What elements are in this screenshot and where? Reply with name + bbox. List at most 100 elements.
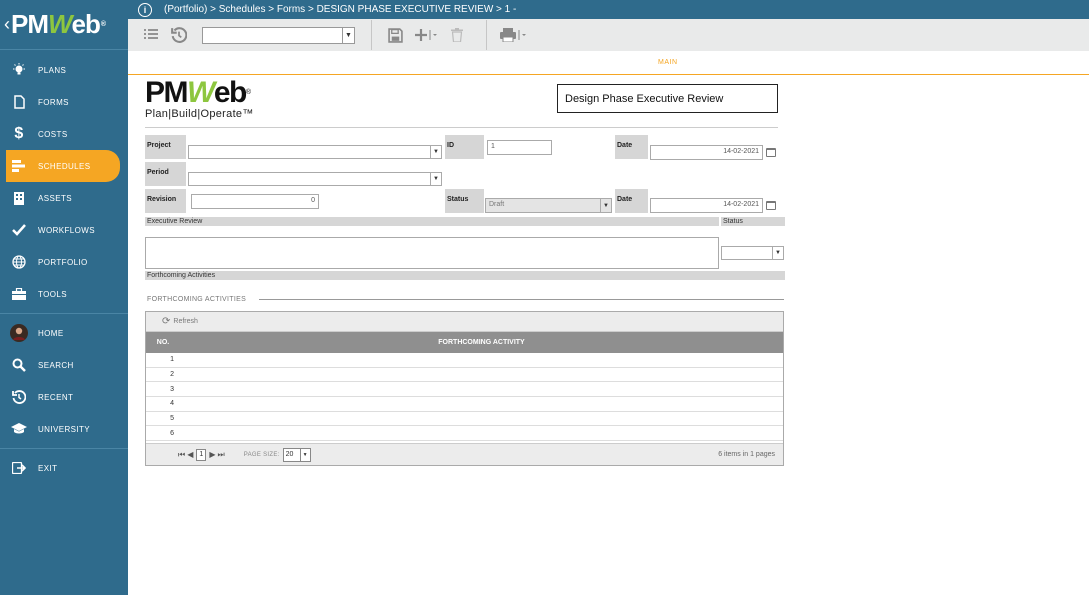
table-row[interactable]: 1 [146,353,783,368]
row-number: 6 [170,429,174,437]
page-size-label: PAGE SIZE: [243,451,280,458]
pmweb-logo: PMWeb® Plan|Build|Operate™ [145,78,335,122]
page-size-value: 20 [285,451,294,458]
prev-page-icon[interactable]: ◀ [187,450,193,459]
chevron-down-icon: ▼ [430,173,441,185]
building-icon [10,189,28,207]
lightbulb-icon [10,61,28,79]
row-number: 1 [170,356,174,364]
calendar-icon[interactable] [766,148,776,157]
sidebar-item-label: UNIVERSITY [38,424,91,434]
sidebar-item-forms[interactable]: FORMS [0,86,128,118]
logo-text-part: eb [213,76,248,109]
sidebar-item-university[interactable]: UNIVERSITY [0,413,128,445]
executive-status-header: Status [721,217,785,226]
chevron-down-icon: ▼ [299,448,310,461]
logo-text-w: W [187,76,215,109]
row-number: 4 [170,400,174,408]
sidebar-item-recent[interactable]: RECENT [0,381,128,413]
add-icon[interactable] [412,24,440,46]
record-selector[interactable]: ▼ [202,26,355,44]
sidebar-item-label: HOME [38,328,64,338]
schedule-icon [10,157,28,175]
date2-input[interactable]: 14-02-2021 [650,198,763,213]
sidebar-item-workflows[interactable]: WORKFLOWS [0,214,128,246]
history-icon [10,388,28,406]
document-icon [10,93,28,111]
sidebar-divider [0,448,128,449]
current-page[interactable]: 1 [196,448,207,461]
project-select[interactable]: ▼ [188,145,442,159]
next-page-icon[interactable]: ▶ [209,450,215,459]
sidebar-item-plans[interactable]: PLANS [0,54,128,86]
column-header-activity[interactable]: FORTHCOMING ACTIVITY [180,339,783,346]
logo-text-part: PM [145,76,189,109]
sidebar-item-label: FORMS [38,97,69,107]
chevron-down-icon: ▼ [772,247,783,259]
id-label: ID [445,135,484,159]
tab-strip: MAIN [128,51,1089,75]
table-row[interactable]: 3 [146,382,783,398]
sidebar-item-costs[interactable]: $ COSTS [0,118,128,150]
checkmark-icon [10,221,28,239]
print-icon[interactable] [499,24,529,46]
forthcoming-activities-header: Forthcoming Activities [145,271,785,280]
refresh-button[interactable]: ⟳ Refresh [162,316,198,327]
refresh-icon: ⟳ [162,316,171,327]
period-select[interactable]: ▼ [188,172,442,186]
executive-review-textarea[interactable] [145,237,719,269]
column-header-no[interactable]: NO. [146,339,180,346]
toolbar: ▼ [128,19,1089,51]
brand-logo-text: PM [11,9,49,39]
sidebar-item-portfolio[interactable]: PORTFOLIO [0,246,128,278]
grid-title: FORTHCOMING ACTIVITIES [147,296,247,303]
info-icon[interactable]: i [138,2,152,17]
breadcrumb-bar: i (Portfolio) > Schedules > Forms > DESI… [128,0,1089,19]
sidebar-item-tools[interactable]: TOOLS [0,278,128,310]
list-icon[interactable] [140,24,162,46]
sidebar-item-label: PLANS [38,65,67,75]
executive-status-select[interactable]: ▼ [721,246,784,260]
delete-icon[interactable] [446,24,468,46]
tab-main[interactable]: MAIN [658,59,678,66]
table-row[interactable]: 6 [146,426,783,442]
toolbar-divider [486,20,487,50]
brand-logo-end: eb [71,9,101,39]
table-row[interactable]: 2 [146,368,783,383]
sidebar-item-label: SEARCH [38,360,74,370]
last-page-icon[interactable]: ⏭ [218,450,225,460]
status-select[interactable]: Draft ▼ [485,198,612,213]
revision-input[interactable]: 0 [191,194,319,209]
status-select-value: Draft [489,201,505,208]
page-size-select[interactable]: 20 ▼ [282,447,311,462]
sidebar-item-exit[interactable]: EXIT [0,452,128,484]
exit-icon [10,459,28,477]
history-icon[interactable] [168,24,190,46]
grid-title-rule [259,299,784,300]
sidebar-item-search[interactable]: SEARCH [0,349,128,381]
table-row[interactable]: 5 [146,412,783,427]
chevron-left-icon[interactable]: ‹ [4,14,10,35]
logo-registered-mark: ® [245,89,251,96]
sidebar-item-home[interactable]: HOME [0,317,128,349]
sidebar-item-label: WORKFLOWS [38,225,95,235]
row-number: 5 [170,415,174,423]
sidebar-item-label: COSTS [38,129,68,139]
id-input[interactable]: 1 [487,140,552,155]
calendar-icon[interactable] [766,201,776,210]
brand-logo[interactable]: ‹ PM Web ® [0,0,128,50]
grid-toolbar: ⟳ Refresh [146,312,783,332]
sidebar-item-label: EXIT [38,463,58,473]
table-row[interactable]: 4 [146,397,783,412]
sidebar-item-assets[interactable]: ASSETS [0,182,128,214]
sidebar-item-schedules[interactable]: SCHEDULES [6,150,120,182]
first-page-icon[interactable]: ⏮ [178,450,185,460]
grid-header: NO. FORTHCOMING ACTIVITY [146,332,783,353]
sidebar-item-label: TOOLS [38,289,67,299]
sidebar-item-label: RECENT [38,392,74,402]
save-icon[interactable] [384,24,406,46]
date-input[interactable]: 14-02-2021 [650,145,763,160]
date2-label: Date [615,189,648,213]
pager-summary: 6 items in 1 pages [718,451,775,458]
sidebar-divider [0,313,128,314]
